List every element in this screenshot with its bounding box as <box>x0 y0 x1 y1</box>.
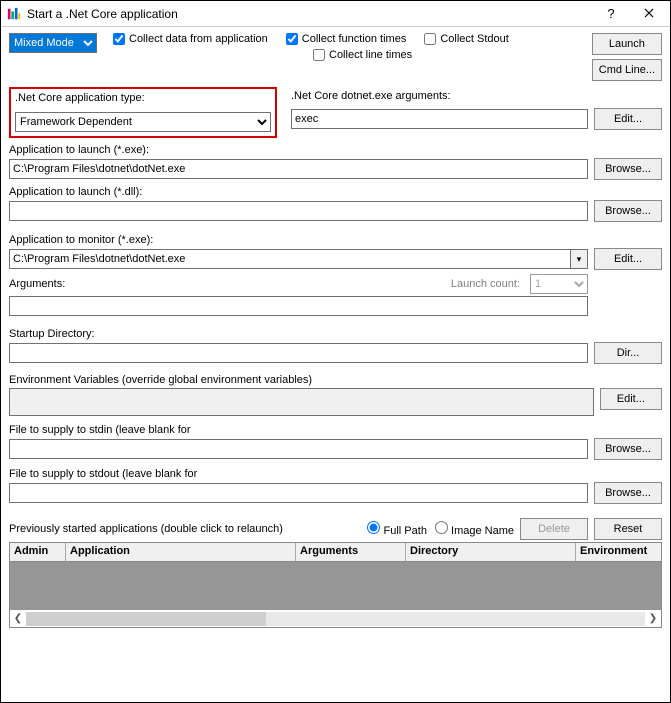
collect-func-checkbox[interactable]: Collect function times <box>286 33 407 45</box>
app-exe-label: Application to launch (*.exe): <box>9 144 662 156</box>
col-arguments[interactable]: Arguments <box>296 543 406 561</box>
arguments-label: Arguments: <box>9 278 65 290</box>
col-environment[interactable]: Environment <box>576 543 661 561</box>
app-exe-browse-button[interactable]: Browse... <box>594 158 662 180</box>
app-exe-input[interactable] <box>9 159 588 179</box>
app-monitor-label: Application to monitor (*.exe): <box>9 234 662 246</box>
launch-button[interactable]: Launch <box>592 33 662 55</box>
arguments-input[interactable] <box>9 296 588 316</box>
col-application[interactable]: Application <box>66 543 296 561</box>
cmdline-button[interactable]: Cmd Line... <box>592 59 662 81</box>
collect-line-checkbox[interactable]: Collect line times <box>313 49 412 61</box>
chevron-down-icon[interactable]: ▾ <box>570 249 588 269</box>
app-monitor-input[interactable] <box>9 249 570 269</box>
collect-data-checkbox[interactable]: Collect data from application <box>113 33 268 45</box>
collect-stdout-checkbox[interactable]: Collect Stdout <box>424 33 508 45</box>
launch-count-label: Launch count: <box>451 278 520 290</box>
history-table-body[interactable] <box>9 562 662 610</box>
startup-dir-button[interactable]: Dir... <box>594 342 662 364</box>
dotnet-args-label: .Net Core dotnet.exe arguments: <box>291 90 662 102</box>
env-textarea <box>9 388 594 416</box>
scroll-right-icon[interactable]: ❯ <box>645 613 661 624</box>
stdout-input[interactable] <box>9 483 588 503</box>
dotnet-args-edit-button[interactable]: Edit... <box>594 108 662 130</box>
app-dll-input[interactable] <box>9 201 588 221</box>
stdin-input[interactable] <box>9 439 588 459</box>
history-table-header: Admin Application Arguments Directory En… <box>9 542 662 562</box>
col-admin[interactable]: Admin <box>10 543 66 561</box>
help-button[interactable]: ? <box>592 2 630 26</box>
window-title: Start a .Net Core application <box>27 7 592 21</box>
history-hscrollbar[interactable]: ❮ ❯ <box>9 610 662 628</box>
close-button[interactable] <box>630 2 668 26</box>
apptype-label: .Net Core application type: <box>15 92 271 104</box>
env-edit-button[interactable]: Edit... <box>600 388 662 410</box>
app-monitor-edit-button[interactable]: Edit... <box>594 248 662 270</box>
scroll-thumb[interactable] <box>26 612 266 626</box>
mode-select[interactable]: Mixed Mode <box>9 33 97 53</box>
apptype-select[interactable]: Framework Dependent <box>15 112 271 132</box>
stdout-label: File to supply to stdout (leave blank fo… <box>9 468 662 480</box>
dotnet-args-input[interactable] <box>291 109 588 129</box>
history-label: Previously started applications (double … <box>9 523 283 535</box>
fullpath-radio[interactable]: Full Path <box>367 521 426 537</box>
imagename-radio[interactable]: Image Name <box>435 521 514 537</box>
stdin-browse-button[interactable]: Browse... <box>594 438 662 460</box>
startup-label: Startup Directory: <box>9 328 662 340</box>
history-reset-button[interactable]: Reset <box>594 518 662 540</box>
app-monitor-combo[interactable]: ▾ <box>9 249 588 269</box>
col-directory[interactable]: Directory <box>406 543 576 561</box>
titlebar: Start a .Net Core application ? <box>1 1 670 27</box>
app-dll-browse-button[interactable]: Browse... <box>594 200 662 222</box>
apptype-highlight: .Net Core application type: Framework De… <box>9 87 277 138</box>
startup-input[interactable] <box>9 343 588 363</box>
stdout-browse-button[interactable]: Browse... <box>594 482 662 504</box>
app-icon <box>7 7 21 21</box>
env-label: Environment Variables (override global e… <box>9 374 662 386</box>
scroll-left-icon[interactable]: ❮ <box>10 613 26 624</box>
app-dll-label: Application to launch (*.dll): <box>9 186 662 198</box>
stdin-label: File to supply to stdin (leave blank for <box>9 424 662 436</box>
history-delete-button: Delete <box>520 518 588 540</box>
close-icon <box>644 8 654 18</box>
launch-count-select: 1 <box>530 274 588 294</box>
